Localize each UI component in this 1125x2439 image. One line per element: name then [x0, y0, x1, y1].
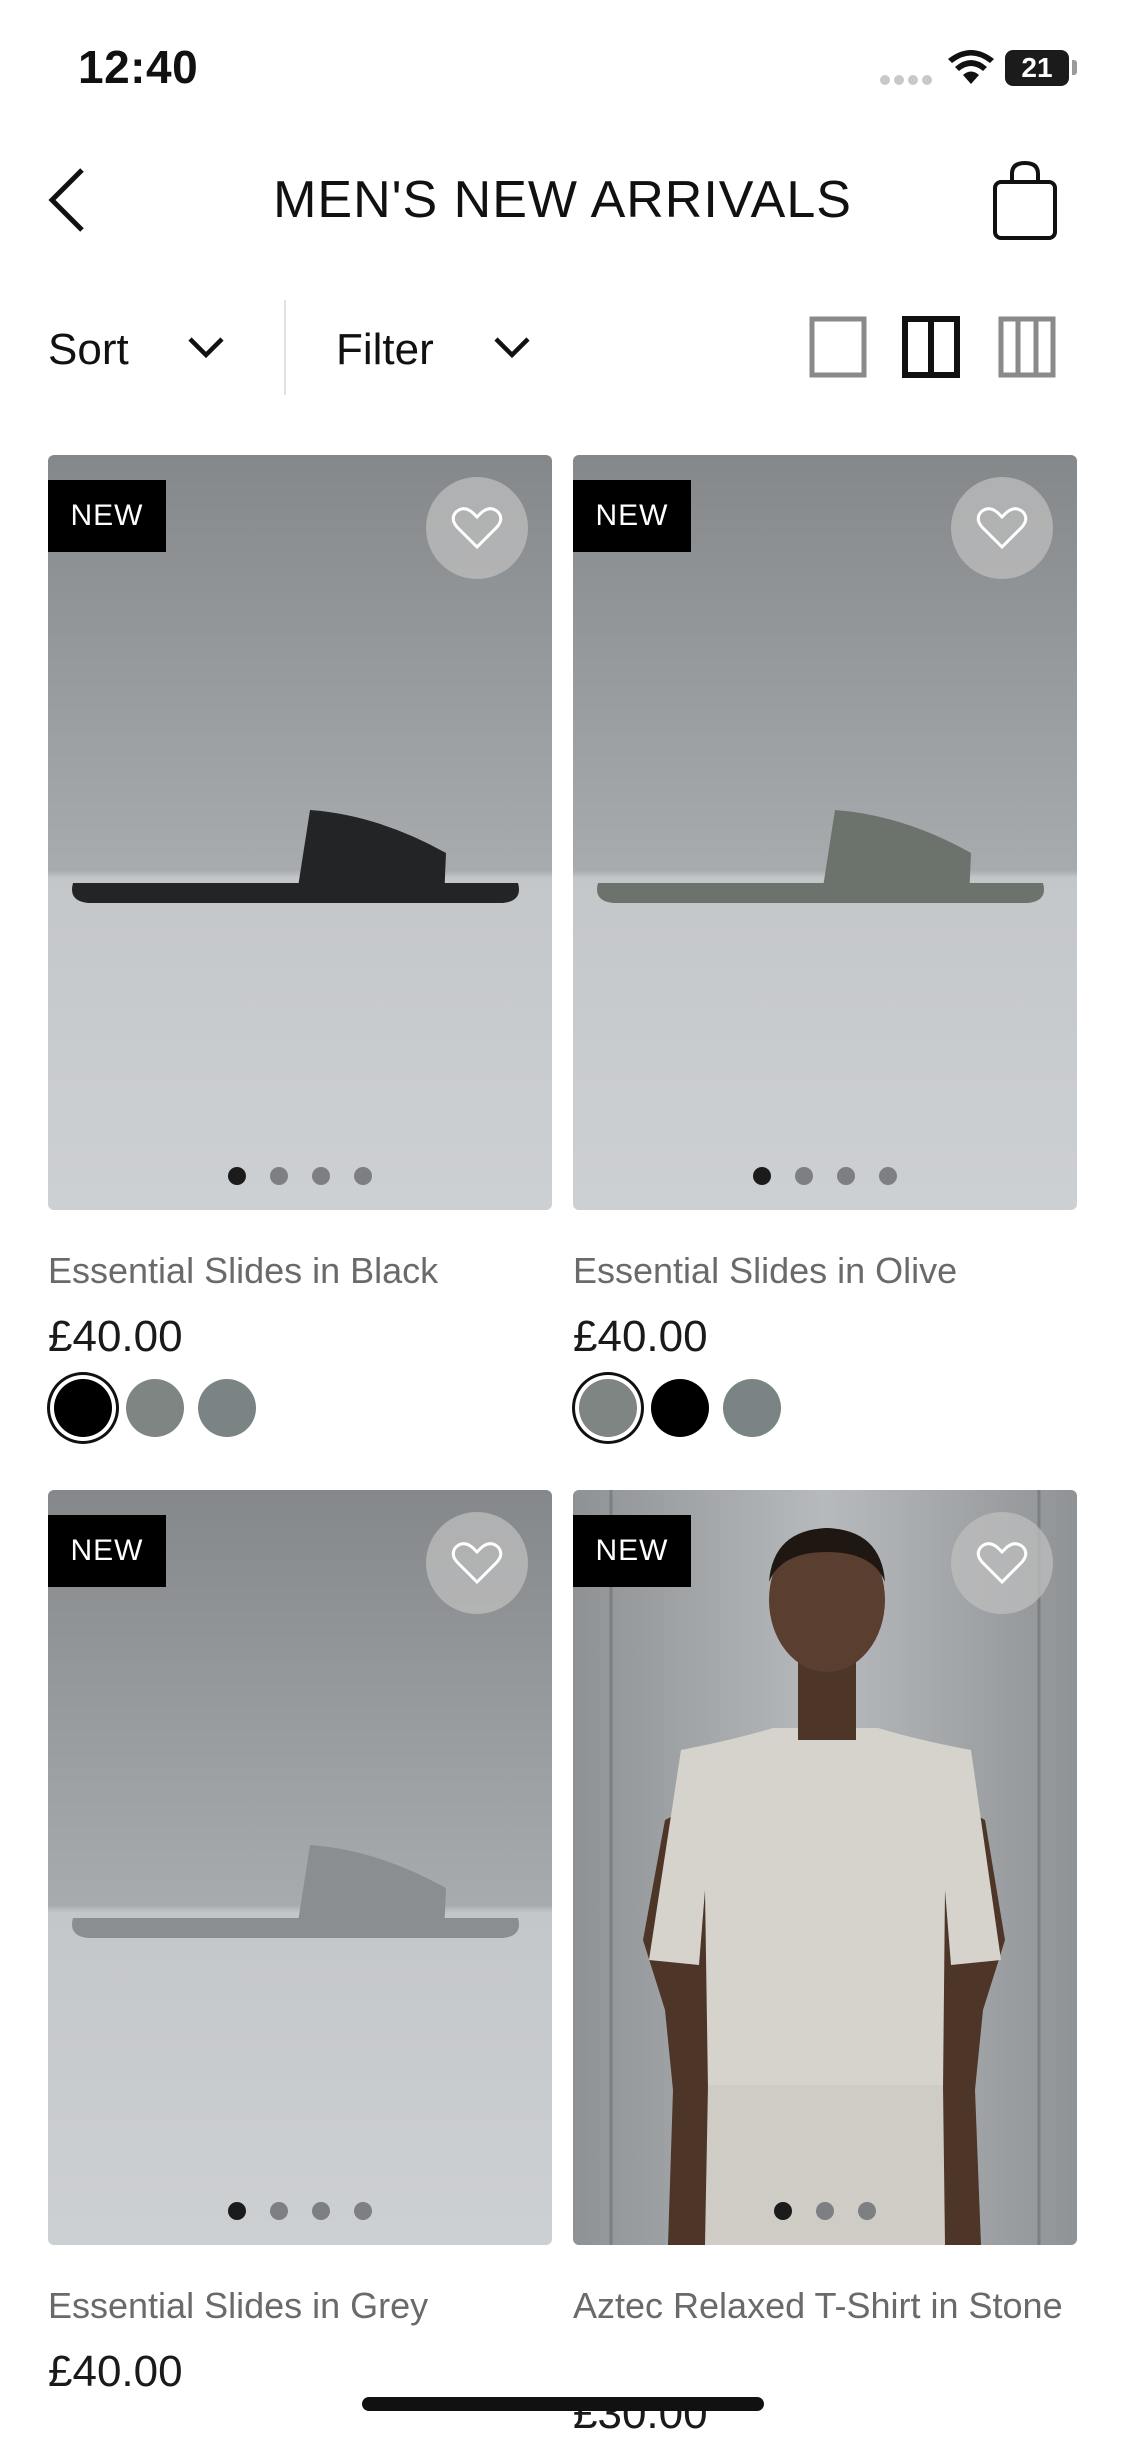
image-pager[interactable] — [48, 2202, 552, 2220]
shopping-bag-icon[interactable] — [990, 160, 1060, 242]
image-pager[interactable] — [48, 1167, 552, 1185]
status-bar: 12:40 21 — [0, 0, 1125, 130]
color-swatch[interactable] — [651, 1379, 709, 1437]
battery-tip — [1072, 60, 1077, 75]
product-price: £40.00 — [48, 1312, 183, 1361]
product-name[interactable]: Essential Slides in Black — [48, 1250, 552, 1292]
wishlist-button[interactable] — [426, 1512, 528, 1614]
pager-dot[interactable] — [354, 2202, 372, 2220]
color-swatch[interactable] — [579, 1379, 637, 1437]
heart-icon — [976, 507, 1028, 550]
product-price: £40.00 — [573, 1312, 708, 1361]
page-title: MEN'S NEW ARRIVALS — [273, 171, 852, 229]
toolbar-divider — [284, 300, 286, 395]
wishlist-button[interactable] — [426, 477, 528, 579]
three-column-view-icon[interactable] — [997, 315, 1057, 379]
color-swatch[interactable] — [54, 1379, 112, 1437]
sort-button[interactable]: Sort — [48, 325, 129, 375]
battery-indicator: 21 — [1005, 50, 1069, 86]
heart-icon — [451, 507, 503, 550]
pager-dot[interactable] — [354, 1167, 372, 1185]
filter-button[interactable]: Filter — [336, 325, 434, 375]
image-pager[interactable] — [573, 2202, 1077, 2220]
pager-dot[interactable] — [312, 2202, 330, 2220]
heart-icon — [976, 1542, 1028, 1585]
home-indicator[interactable] — [362, 2397, 764, 2411]
new-badge: NEW — [573, 480, 691, 552]
heart-icon — [451, 1542, 503, 1585]
wifi-icon — [948, 50, 994, 84]
top-nav: MEN'S NEW ARRIVALS — [0, 150, 1125, 250]
single-column-view-icon[interactable] — [808, 315, 868, 379]
sort-filter-bar: Sort Filter — [0, 295, 1125, 400]
wishlist-button[interactable] — [951, 477, 1053, 579]
new-badge: NEW — [48, 480, 166, 552]
pager-dot[interactable] — [312, 1167, 330, 1185]
pager-dot[interactable] — [228, 2202, 246, 2220]
color-swatch[interactable] — [126, 1379, 184, 1437]
pager-dot[interactable] — [879, 1167, 897, 1185]
pager-dot[interactable] — [837, 1167, 855, 1185]
image-pager[interactable] — [573, 1167, 1077, 1185]
status-time: 12:40 — [78, 41, 199, 93]
pager-dot[interactable] — [795, 1167, 813, 1185]
slide-sole — [72, 1918, 519, 1938]
slide-sole — [72, 883, 519, 903]
new-badge: NEW — [573, 1515, 691, 1587]
two-column-view-icon[interactable] — [901, 315, 961, 379]
pager-dot[interactable] — [753, 1167, 771, 1185]
pager-dot[interactable] — [228, 1167, 246, 1185]
pager-dot[interactable] — [270, 1167, 288, 1185]
color-swatch[interactable] — [723, 1379, 781, 1437]
product-name[interactable]: Aztec Relaxed T-Shirt in Stone — [573, 2285, 1077, 2327]
color-swatch[interactable] — [198, 1379, 256, 1437]
filter-chevron-down-icon[interactable] — [492, 333, 532, 363]
cellular-signal-icon — [880, 75, 932, 85]
pager-dot[interactable] — [858, 2202, 876, 2220]
pager-dot[interactable] — [774, 2202, 792, 2220]
product-name[interactable]: Essential Slides in Grey — [48, 2285, 552, 2327]
wishlist-button[interactable] — [951, 1512, 1053, 1614]
product-price: £40.00 — [48, 2347, 183, 2396]
pager-dot[interactable] — [270, 2202, 288, 2220]
sort-chevron-down-icon[interactable] — [186, 333, 226, 363]
product-name[interactable]: Essential Slides in Olive — [573, 1250, 1077, 1292]
slide-sole — [597, 883, 1044, 903]
new-badge: NEW — [48, 1515, 166, 1587]
pager-dot[interactable] — [816, 2202, 834, 2220]
